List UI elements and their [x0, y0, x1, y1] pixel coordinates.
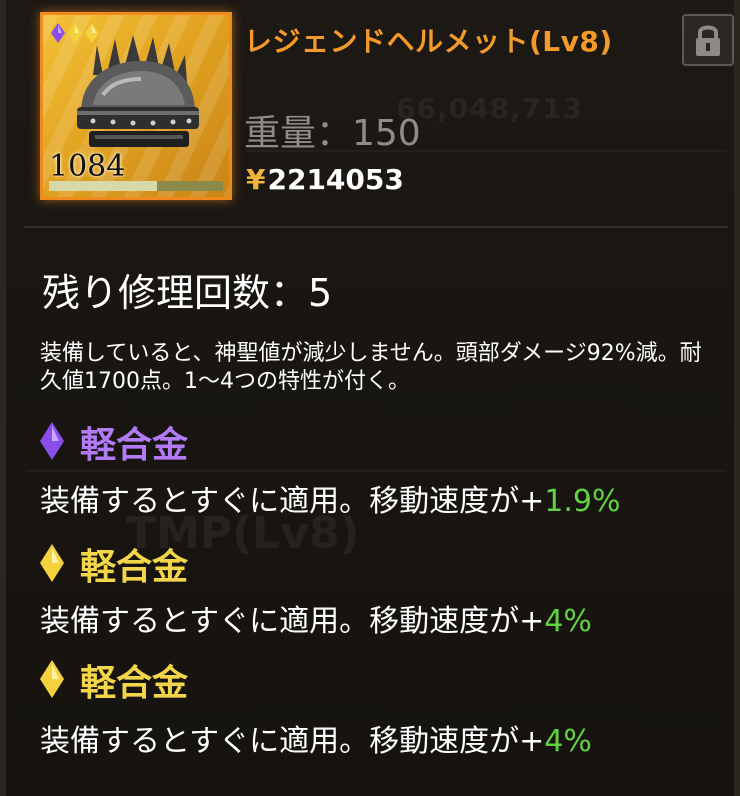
- trait-description: 装備するとすぐに適用。移動速度が+1.9%: [40, 484, 621, 519]
- durability-bar: [49, 181, 223, 191]
- price-label: ¥2214053: [246, 163, 404, 196]
- trait-description: 装備するとすぐに適用。移動速度が+4%: [40, 604, 592, 639]
- weight-label: 重量：150: [244, 113, 421, 154]
- item-thumbnail: 1084: [40, 12, 232, 200]
- trait-value: 1.9%: [544, 484, 621, 519]
- diamond-gem-icon: [40, 422, 64, 460]
- diamond-gem-icon: [40, 660, 64, 698]
- trait-name: 軽合金: [80, 663, 189, 704]
- helmet-icon: [77, 35, 199, 147]
- item-title: レジェンドヘルメット(Lv8): [244, 25, 613, 58]
- trait-name: 軽合金: [80, 425, 189, 466]
- item-count: 1084: [49, 149, 126, 184]
- yen-icon: ¥: [246, 163, 266, 196]
- price-value: 2214053: [267, 163, 404, 196]
- background-divider: [26, 470, 726, 472]
- diamond-gem-icon: [68, 23, 82, 43]
- trait-value: 4%: [544, 604, 592, 639]
- remaining-repairs: 残り修理回数：5: [42, 271, 333, 315]
- item-description: 装備していると、神聖値が減少しません。頭部ダメージ92%減。耐久値1700点。1…: [40, 341, 702, 394]
- lock-icon: [696, 25, 720, 56]
- lock-button[interactable]: [682, 14, 734, 66]
- diamond-gem-icon: [85, 23, 99, 43]
- item-detail-panel: 66,048,713 TMP(Lv8) 1084 レジェンドヘルメット(Lv8)…: [0, 0, 740, 796]
- diamond-gem-icon: [51, 23, 65, 43]
- trait-value: 4%: [544, 724, 592, 759]
- diamond-gem-icon: [40, 544, 64, 582]
- background-ghost-text: 66,048,713: [396, 92, 584, 125]
- section-divider: [24, 226, 728, 228]
- trait-description: 装備するとすぐに適用。移動速度が+4%: [40, 724, 592, 759]
- trait-name: 軽合金: [80, 547, 189, 588]
- durability-bar-fill: [49, 181, 157, 191]
- rarity-gems: [51, 23, 99, 43]
